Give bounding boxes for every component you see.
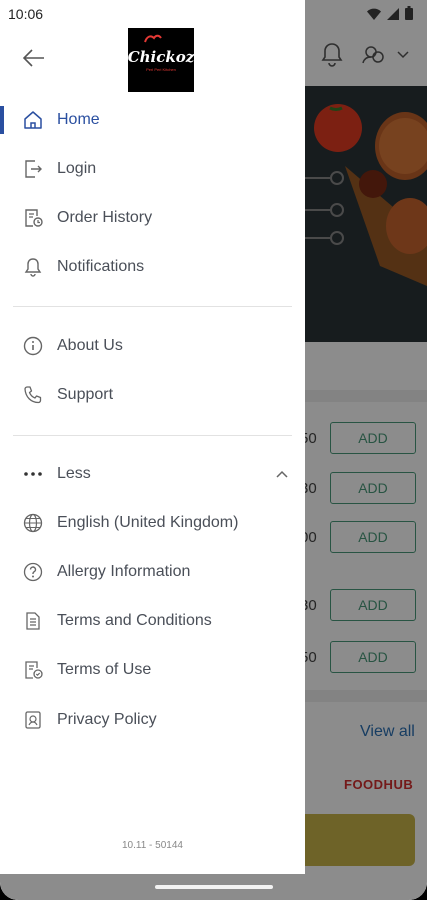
app-version: 10.11 - 50144 <box>122 840 183 851</box>
drawer-item-language[interactable]: English (United Kingdom) <box>0 503 305 543</box>
drawer-item-notifications[interactable]: Notifications <box>0 247 305 287</box>
active-indicator <box>0 106 4 134</box>
drawer-item-terms-of-use[interactable]: Terms of Use <box>0 650 305 690</box>
home-icon <box>22 109 44 131</box>
back-arrow-icon[interactable] <box>22 46 46 70</box>
logo-tagline: Peri Peri Kitchen <box>146 67 176 72</box>
chevron-up-icon <box>274 466 290 482</box>
status-time: 10:06 <box>8 6 44 22</box>
battery-icon <box>405 6 413 25</box>
document-icon <box>22 610 44 632</box>
info-icon <box>22 335 44 357</box>
drawer-item-label: Terms and Conditions <box>57 612 212 629</box>
drawer-item-label: Login <box>57 160 97 177</box>
drawer-item-order-history[interactable]: Order History <box>0 198 305 238</box>
gesture-nav-handle[interactable] <box>155 885 273 889</box>
question-icon <box>22 561 44 583</box>
drawer-item-label: Support <box>57 386 114 403</box>
phone-icon <box>22 384 44 406</box>
privacy-icon <box>22 709 44 731</box>
drawer-item-privacy-policy[interactable]: Privacy Policy <box>0 700 305 740</box>
restaurant-logo: Chickoz Peri Peri Kitchen <box>128 28 194 92</box>
order-history-icon <box>22 207 44 229</box>
drawer-more-toggle[interactable]: Less <box>0 454 305 494</box>
drawer-item-label: Home <box>57 111 100 128</box>
drawer-item-label: Privacy Policy <box>57 711 157 728</box>
document-check-icon <box>22 659 44 681</box>
drawer-header: Chickoz Peri Peri Kitchen <box>0 28 305 92</box>
drawer-item-label: Less <box>57 465 91 482</box>
bell-icon <box>22 256 44 278</box>
more-dots-icon <box>22 463 44 485</box>
drawer-item-support[interactable]: Support <box>0 375 305 415</box>
globe-icon <box>22 512 44 534</box>
wifi-icon <box>367 7 381 25</box>
drawer-item-label: Order History <box>57 209 153 226</box>
navigation-drawer: Chickoz Peri Peri Kitchen Home Login Ord… <box>0 0 305 874</box>
drawer-item-label: Notifications <box>57 258 145 275</box>
logo-text: Chickoz <box>127 48 195 66</box>
drawer-divider <box>13 435 292 436</box>
drawer-item-label: About Us <box>57 337 123 354</box>
drawer-item-allergy-information[interactable]: Allergy Information <box>0 552 305 592</box>
drawer-item-home[interactable]: Home <box>0 100 305 140</box>
drawer-item-label: Allergy Information <box>57 563 191 580</box>
drawer-item-about-us[interactable]: About Us <box>0 326 305 366</box>
screen: 50 ADD 30 ADD 00 ADD 30 ADD 50 ADD View … <box>0 0 427 900</box>
drawer-item-label: English (United Kingdom) <box>57 514 239 531</box>
drawer-item-label: Terms of Use <box>57 661 152 678</box>
signal-icon <box>387 7 399 25</box>
drawer-item-terms-and-conditions[interactable]: Terms and Conditions <box>0 601 305 641</box>
status-icons <box>367 6 413 25</box>
drawer-divider <box>13 306 292 307</box>
status-bar: 10:06 <box>0 0 427 28</box>
login-icon <box>22 158 44 180</box>
drawer-item-login[interactable]: Login <box>0 149 305 189</box>
